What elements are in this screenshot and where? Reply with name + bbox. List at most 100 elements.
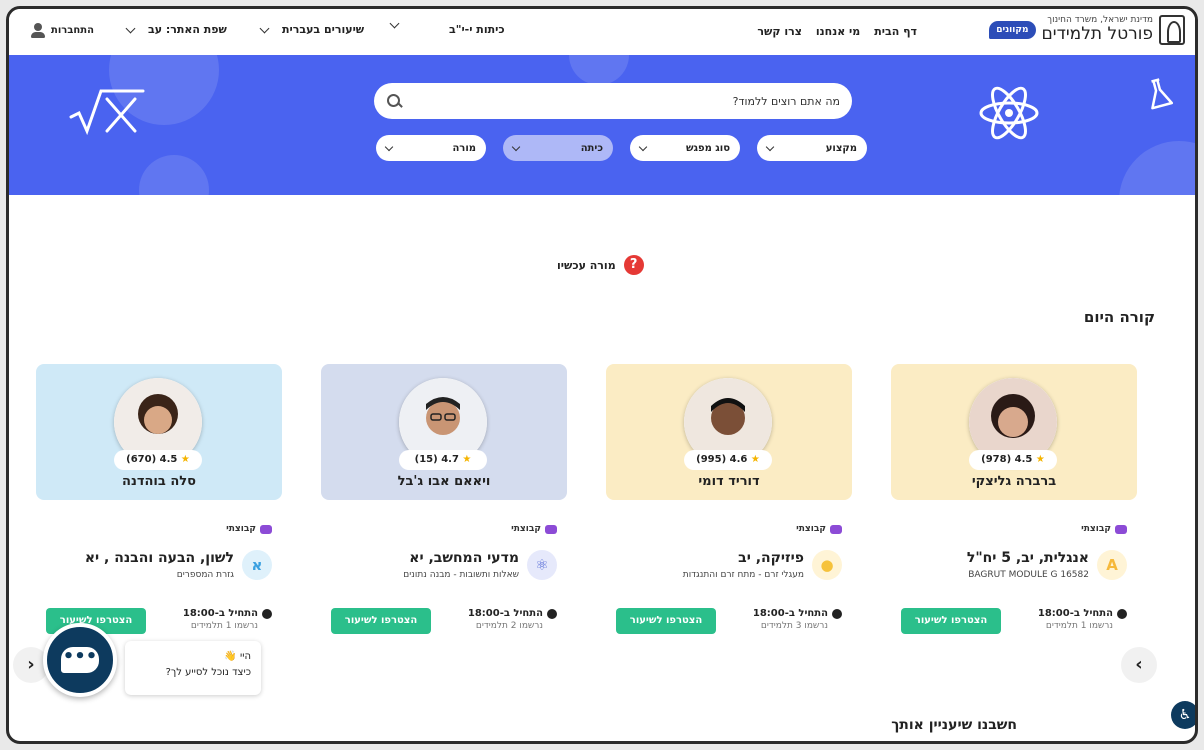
subject-detail: מעגלי זרם - מתח זרם והתנגדות <box>682 570 804 580</box>
brand-logo[interactable]: מדינת ישראל, משרד החינוך פורטל תלמידים מ… <box>983 15 1185 45</box>
grades-label: כיתות י-י"ב <box>449 23 505 36</box>
start-time: התחיל ב-18:00 <box>182 608 258 619</box>
start-info: התחיל ב-18:00 נרשמו 1 תלמידים <box>183 608 272 631</box>
rating-value: 4.7 <box>441 454 459 465</box>
filter-subject[interactable]: מקצוע <box>757 135 867 161</box>
search-icon[interactable] <box>386 93 402 109</box>
accessibility-icon[interactable]: ♿ <box>1171 701 1195 729</box>
question-icon: ? <box>623 255 644 275</box>
filter-teacher-label: מורה <box>452 142 476 154</box>
top-nav: מדינת ישראל, משרד החינוך פורטל תלמידים מ… <box>9 9 1195 55</box>
chat-button[interactable]: ••• <box>43 623 117 697</box>
teacher-name: ויאאם אבו ג'בל <box>397 474 491 489</box>
join-lesson-button[interactable]: הצטרפו לשיעור <box>331 608 431 634</box>
flask-icon <box>1151 78 1173 110</box>
clock-icon <box>547 608 557 619</box>
teacher-rating: (15) 4.7 ★ <box>399 450 487 470</box>
group-badge-label: קבוצתי <box>1081 524 1111 534</box>
lesson-card[interactable]: (670) 4.5 ★ סלה בוהדנה קבוצתי א לשון, הב… <box>36 364 282 634</box>
group-icon <box>1115 524 1127 534</box>
clock-icon <box>1117 608 1127 619</box>
subject-title: פיזיקה, יב <box>738 550 804 566</box>
grades-chevron[interactable] <box>389 18 400 29</box>
atom-icon <box>979 86 1039 140</box>
decor-bubble <box>569 55 629 85</box>
review-count: (670) <box>126 454 157 465</box>
lightbulb-icon: ● <box>812 550 842 580</box>
group-icon <box>830 524 842 534</box>
lesson-subject: ● פיזיקה, יב מעגלי זרם - מתח זרם והתנגדו… <box>683 550 842 580</box>
rating-value: 4.6 <box>729 454 748 465</box>
group-badge-label: קבוצתי <box>226 524 256 534</box>
filter-row: מקצוע סוג מפגש כיתה מורה <box>369 135 867 161</box>
hero-banner: מקצוע סוג מפגש כיתה מורה <box>9 55 1195 195</box>
decor-bubble <box>1119 141 1195 195</box>
lesson-card[interactable]: (978) 4.5 ★ ברברה גליצקי קבוצתי A אנגלית… <box>891 364 1137 634</box>
state-emblem-icon <box>1159 15 1185 45</box>
clock-icon <box>262 608 272 619</box>
filter-session-type-label: סוג מפגש <box>685 142 730 154</box>
enrolled-count: נרשמו 1 תלמידים <box>190 621 258 631</box>
subject-detail: שאלות ותשובות - מבנה נתונים <box>403 570 519 580</box>
user-icon <box>31 23 45 38</box>
chat-greeting-line2: כיצד נוכל לסייע לך? <box>165 667 251 678</box>
group-icon <box>545 524 557 534</box>
filter-grade[interactable]: כיתה <box>503 135 613 161</box>
subject-title: אנגלית, יב, 5 יח"ל <box>966 550 1089 566</box>
teacher-name: דוריד דומי <box>698 474 760 489</box>
language-dropdown[interactable]: שפת האתר: עב <box>125 23 227 36</box>
group-badge-label: קבוצתי <box>796 524 826 534</box>
carousel-next-arrow[interactable]: › <box>1121 647 1157 683</box>
subject-detail: BAGRUT MODULE G 16582 <box>968 570 1089 580</box>
clock-icon <box>832 608 842 619</box>
enrolled-count: נרשמו 1 תלמידים <box>1045 621 1113 631</box>
rating-value: 4.5 <box>1014 454 1033 465</box>
lessons-dropdown[interactable]: שיעורים בעברית <box>259 23 365 36</box>
chevron-down-icon <box>638 142 648 151</box>
lesson-subject: ⚛ מדעי המחשב, יא שאלות ותשובות - מבנה נת… <box>403 550 557 580</box>
group-badge-label: קבוצתי <box>511 524 541 534</box>
search-bar[interactable] <box>374 83 852 119</box>
aleph-icon: א <box>242 550 272 580</box>
nav-about-link[interactable]: מי אנחנו <box>816 25 860 38</box>
filter-session-type[interactable]: סוג מפגש <box>630 135 740 161</box>
review-count: (995) <box>696 454 727 465</box>
rating-value: 4.5 <box>159 454 178 465</box>
lessons-label: שיעורים בעברית <box>282 23 365 36</box>
lesson-card[interactable]: (995) 4.6 ★ דוריד דומי קבוצתי ● פיזיקה, … <box>606 364 852 634</box>
join-lesson-button[interactable]: הצטרפו לשיעור <box>616 608 716 634</box>
group-icon <box>260 524 272 534</box>
teacher-rating: (978) 4.5 ★ <box>969 450 1057 470</box>
login-label: התחברות <box>51 25 94 36</box>
nav-home-link[interactable]: דף הבית <box>874 25 917 38</box>
subject-detail: גזרת המספרים <box>176 570 234 580</box>
group-badge: קבוצתי <box>1081 524 1127 534</box>
language-label: שפת האתר: עב <box>148 23 227 36</box>
filter-grade-label: כיתה <box>580 142 603 154</box>
enrolled-count: נרשמו 2 תלמידים <box>475 621 543 631</box>
english-icon: A <box>1097 550 1127 580</box>
filter-teacher[interactable]: מורה <box>376 135 486 161</box>
star-icon: ★ <box>180 454 190 465</box>
chat-bubble-icon: ••• <box>61 646 99 673</box>
join-lesson-button[interactable]: הצטרפו לשיעור <box>901 608 1001 634</box>
login-button[interactable]: התחברות <box>31 23 94 38</box>
chevron-down-icon <box>765 142 775 151</box>
lesson-subject: A אנגלית, יב, 5 יח"ל BAGRUT MODULE G 165… <box>967 550 1127 580</box>
group-badge: קבוצתי <box>226 524 272 534</box>
group-badge: קבוצתי <box>796 524 842 534</box>
chevron-down-icon <box>389 18 400 29</box>
star-icon: ★ <box>1035 454 1045 465</box>
atom-icon: ⚛ <box>527 550 557 580</box>
lesson-card[interactable]: (15) 4.7 ★ ויאאם אבו ג'בל קבוצתי ⚛ מדעי … <box>321 364 567 634</box>
square-root-icon <box>69 89 145 136</box>
start-info: התחיל ב-18:00 נרשמו 3 תלמידים <box>753 608 842 631</box>
grades-dropdown[interactable]: כיתות י-י"ב <box>449 23 505 36</box>
subject-title: מדעי המחשב, יא <box>409 550 519 566</box>
teacher-rating: (670) 4.5 ★ <box>114 450 202 470</box>
brand-pill: מקוונים <box>989 21 1036 39</box>
nav-contact-link[interactable]: צרו קשר <box>757 25 801 38</box>
search-input[interactable] <box>410 94 840 108</box>
teacher-now-button[interactable]: ? מורה עכשיו <box>557 255 644 275</box>
chat-greeting[interactable]: היי 👋 כיצד נוכל לסייע לך? <box>125 641 261 695</box>
